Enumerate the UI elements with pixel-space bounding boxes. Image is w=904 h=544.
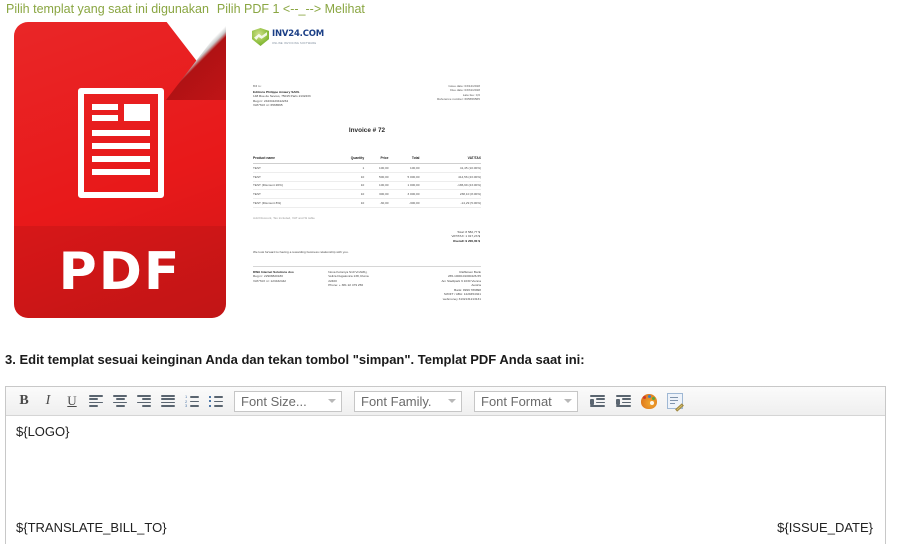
source-edit-icon[interactable]: [662, 389, 688, 413]
align-justify-icon[interactable]: [156, 389, 180, 413]
pdf-icon-label: PDF: [58, 242, 182, 302]
table-cell: 1: [329, 163, 365, 173]
invoice-title: Invoice # 72: [348, 127, 386, 134]
table-cell: TEST: [253, 189, 330, 200]
invoice-overall: Overall: 9 200,00 $: [452, 238, 480, 243]
bill-to-vat: VAT/TAX nr: 6566565: [253, 103, 283, 108]
top-link-row: Pilih templat yang saat ini digunakan Pil…: [6, 0, 365, 18]
invoice-dates: Issue date: 03/12/2018 Due date: 03/31/2…: [370, 84, 480, 102]
bold-icon[interactable]: B: [12, 389, 36, 413]
invoice-bill-to: Bill to: Editions Philippe Amaury SARL 1…: [253, 84, 373, 108]
table-cell: 238,10 (8.00%): [419, 189, 481, 200]
table-column-header: Product name: [253, 155, 330, 165]
table-column-header: Total: [388, 155, 420, 165]
table-cell: 10: [329, 189, 365, 200]
editor-content-area[interactable]: ${LOGO} ${TRANSLATE_BILL_TO} ${ISSUE_DAT…: [6, 416, 885, 544]
shield-icon: [252, 28, 269, 46]
invoice-totals: Total: 8 582,77 $ VAT/TAX: 1 017,23 $ Ov…: [370, 230, 480, 243]
chevron-down-icon: [448, 399, 456, 403]
chevron-down-icon: [328, 399, 336, 403]
table-column-header: Quantity: [329, 155, 365, 165]
table-cell: 5 000,00: [388, 172, 420, 182]
outdent-icon[interactable]: [584, 389, 610, 413]
table-cell: 100,00: [388, 163, 420, 173]
bill-to-label: Bill to:: [253, 84, 262, 88]
table-header-row: Product name Quantity Price Total VAT/TAX: [253, 155, 481, 165]
footer-vat: VAT/TAX nr: 123432442: [253, 278, 287, 283]
table-row: TEST (Discount 20%) 10 100,00 1 000,00 -186,…: [253, 181, 481, 191]
editor-logo-variable: ${LOGO}: [16, 424, 70, 439]
align-left-icon[interactable]: [84, 389, 108, 413]
link-view[interactable]: Melihat: [325, 2, 365, 16]
table-cell: 100,00: [364, 181, 389, 191]
table-cell: 100,00: [364, 163, 389, 173]
template-thumbnails: PDF INV24.COM ONLINE INVOICING SOFTWARE …: [0, 20, 904, 320]
table-row: TEST 10 500,00 5 000,00 414,56 (23.00%): [253, 172, 481, 182]
ordered-list-icon[interactable]: 1 2 3: [180, 389, 204, 413]
font-format-select[interactable]: Font Format: [474, 390, 578, 412]
table-cell: 41,45 (10.00%): [419, 163, 481, 173]
table-cell: -30,00: [364, 198, 389, 208]
invoice-logo-tagline: ONLINE INVOICING SOFTWARE: [272, 41, 317, 45]
align-center-icon[interactable]: [108, 389, 132, 413]
invoice-message: We look forward to having a rewarding bu…: [253, 250, 349, 254]
editor-variable-row: ${TRANSLATE_BILL_TO} ${ISSUE_DATE}: [16, 520, 873, 535]
table-cell: TEST: [253, 172, 330, 182]
color-palette-icon[interactable]: [636, 389, 662, 413]
editor-bill-to-variable: ${TRANSLATE_BILL_TO}: [16, 520, 167, 535]
page-root: Pilih templat yang saat ini digunakan Pil…: [0, 0, 904, 544]
table-column-header: Price: [364, 155, 389, 165]
underline-icon[interactable]: U: [60, 389, 84, 413]
invoice-line-items-table: Product name Quantity Price Total VAT/TAX TE…: [253, 155, 481, 208]
editor-toolbar: B I U 1 2 3 Font Size... Font Family. Fo…: [6, 387, 885, 416]
invoice-logo-text: INV24.COM: [272, 29, 325, 40]
font-size-select[interactable]: Font Size...: [234, 390, 342, 412]
table-cell: 10: [329, 198, 365, 208]
pdf-nav-arrows[interactable]: <--_-->: [283, 2, 321, 16]
invoice-preview-thumbnail[interactable]: INV24.COM ONLINE INVOICING SOFTWARE Bill…: [246, 22, 488, 316]
invoice-logo: INV24.COM ONLINE INVOICING SOFTWARE: [252, 28, 324, 46]
pdf-file-icon[interactable]: PDF: [14, 22, 226, 318]
table-cell: 1 000,00: [388, 181, 420, 191]
table-cell: 10: [329, 172, 365, 182]
invoice-note: Add Discount, Tax included, VAT and SI t…: [253, 216, 315, 220]
link-choose-current-template[interactable]: Pilih templat yang saat ini digunakan: [6, 2, 209, 16]
table-row: TEST (Discount 8%) 10 -30,00 -300,00 -14,29 …: [253, 198, 481, 208]
editor-issue-date-variable: ${ISSUE_DATE}: [777, 520, 873, 535]
table-cell: 300,00: [364, 189, 389, 200]
pdf-icon-document-lines: [78, 88, 164, 198]
bank-web: webmoney 3132131213131: [442, 296, 481, 301]
table-cell: 10: [329, 181, 365, 191]
table-cell: -14,29 (5.00%): [419, 198, 481, 208]
italic-icon[interactable]: I: [36, 389, 60, 413]
table-column-header: VAT/TAX: [419, 155, 481, 165]
invoice-footer: DWA Internet Solutions doo Reg nr: 22908…: [253, 266, 481, 301]
table-row: TEST 1 100,00 100,00 41,45 (10.00%): [253, 163, 481, 173]
table-cell: 500,00: [364, 172, 389, 182]
footer-phone: Phone: + 381 22 479 256: [328, 283, 364, 288]
align-right-icon[interactable]: [132, 389, 156, 413]
chevron-down-icon: [564, 399, 572, 403]
link-choose-pdf[interactable]: Pilih PDF 1: [217, 2, 280, 16]
font-family-select[interactable]: Font Family.: [354, 390, 462, 412]
table-cell: 414,56 (23.00%): [419, 172, 481, 182]
step-3-heading: 3. Edit templat sesuai keinginan Anda da…: [5, 352, 585, 367]
invoice-reference-number: Reference number: 665656565: [437, 97, 480, 102]
table-cell: TEST (Discount 8%): [253, 198, 330, 208]
rich-text-editor: B I U 1 2 3 Font Size... Font Family. Fo…: [5, 386, 886, 544]
table-cell: -186,99 (23.00%): [419, 181, 481, 191]
table-cell: -300,00: [388, 198, 420, 208]
table-row: TEST 10 300,00 3 000,00 238,10 (8.00%): [253, 189, 481, 200]
unordered-list-icon[interactable]: [204, 389, 228, 413]
indent-icon[interactable]: [610, 389, 636, 413]
table-cell: TEST (Discount 20%): [253, 181, 330, 191]
table-cell: 3 000,00: [388, 189, 420, 200]
table-cell: TEST: [253, 163, 330, 173]
